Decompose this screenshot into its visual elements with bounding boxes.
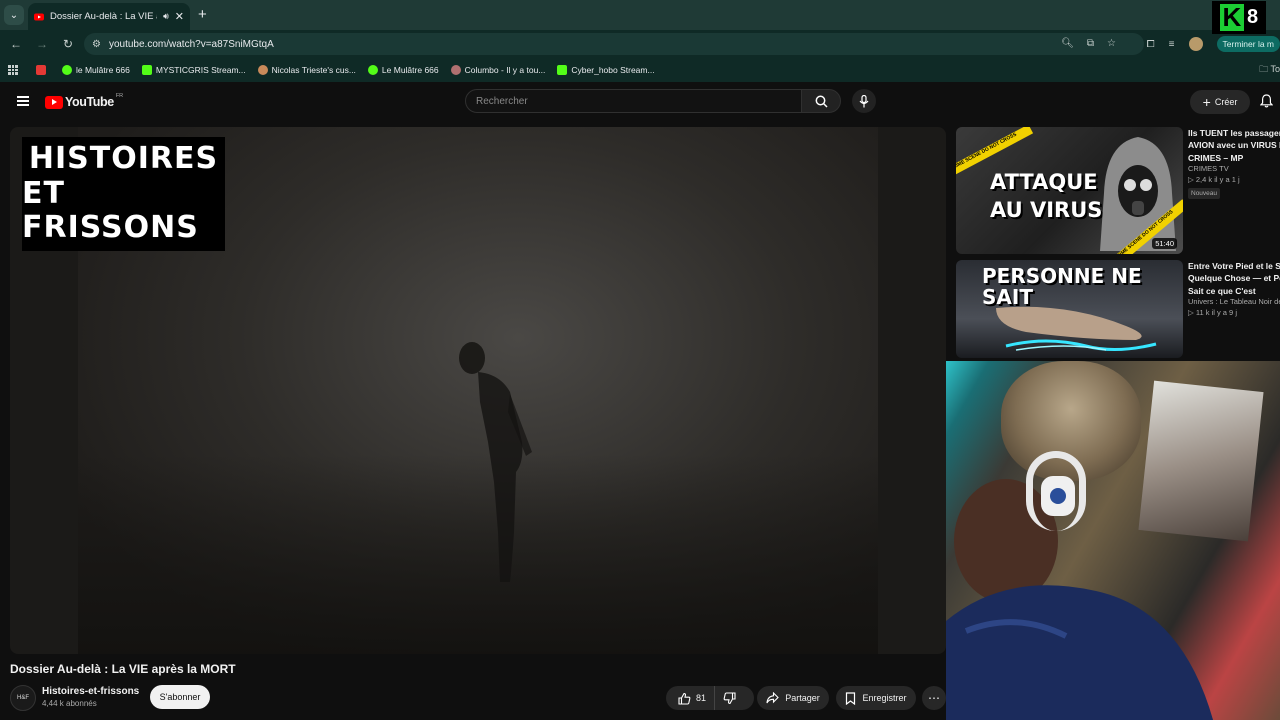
foot-energy-icon (996, 306, 1157, 352)
notifications-bell-icon[interactable] (1260, 94, 1273, 108)
video-duration: 51:40 (1152, 238, 1177, 249)
save-button[interactable]: Enregistrer (836, 686, 916, 710)
youtube-play-icon (45, 95, 63, 109)
reload-icon[interactable]: ↻ (61, 37, 75, 51)
browser-tab-strip: ⌄ Dossier Au-delà : La VIE après la MORT… (0, 0, 1280, 30)
thumb-text-line2: AU VIRUS (990, 198, 1103, 222)
video-title: Dossier Au-delà : La VIE après la MORT (10, 662, 236, 676)
search-input[interactable]: Rechercher (465, 89, 802, 113)
apps-grid-icon[interactable] (8, 65, 18, 75)
channel-name[interactable]: Histoires-et-frissons (42, 686, 139, 697)
subscriber-count: 4,44 k abonnés (42, 699, 97, 708)
headset-earcup (1041, 476, 1075, 516)
bookmark-item[interactable]: Columbo - Il y a tou... (450, 65, 545, 75)
youtube-logo[interactable]: YouTube FR (45, 93, 123, 109)
like-dislike-group: 81 (666, 686, 754, 710)
hooded-figure-gasmask-icon (1100, 137, 1176, 251)
like-button[interactable]: 81 (666, 686, 716, 710)
extensions-icon[interactable]: ⧠ (1147, 39, 1155, 50)
create-button[interactable]: + Créer (1190, 90, 1250, 114)
k8-overlay-logo: K 8 (1212, 1, 1266, 34)
tab-search-button[interactable]: ⌄ (4, 5, 24, 25)
bookmark-item[interactable]: Nicolas Trieste's cus... (257, 65, 356, 75)
streamer-webcam (946, 361, 1280, 720)
rec-channel: CRIMES TV (1188, 163, 1229, 173)
youtube-favicon-icon (34, 13, 44, 20)
bookmark-save-icon (846, 691, 856, 705)
zoom-search-icon[interactable]: 🔍︎ (1061, 38, 1074, 49)
bookmark-folder[interactable]: 🗀︎ To (1259, 62, 1280, 78)
profile-avatar[interactable] (1188, 37, 1203, 51)
video-player[interactable]: HISTOIRES ET FRISSONS (10, 127, 946, 654)
microphone-icon (859, 94, 869, 107)
more-dots-icon: ⋯ (928, 691, 940, 705)
rec-channel: Univers : Le Tableau Noir de (1188, 296, 1280, 306)
new-tab-button[interactable]: + (198, 6, 207, 23)
browser-tab[interactable]: Dossier Au-delà : La VIE après la MORT 🔊… (28, 3, 190, 30)
new-badge: Nouveau (1188, 187, 1221, 200)
site-info-icon[interactable]: ⚙︎ (92, 39, 101, 50)
tab-title: Dossier Au-delà : La VIE après la MORT (50, 11, 157, 22)
kick-play-icon (62, 65, 72, 75)
browser-toolbar: ← → ↻ ⚙︎ youtube.com/watch?v=a87SniMGtqA… (0, 30, 1280, 58)
histoires-et-frissons-logo: HISTOIRES ET FRISSONS (22, 137, 225, 251)
rec-title-line: Sait ce que C'est (1188, 285, 1256, 296)
speaker-icon[interactable]: 🔊︎ (163, 11, 169, 22)
reading-list-icon[interactable]: ≡ (1169, 39, 1175, 50)
folder-icon: 🗀︎ (1259, 64, 1269, 74)
recommended-thumbnail[interactable]: CRIME SCENE DO NOT CROSS ATTAQUE AU VIRU… (956, 127, 1183, 254)
youtube-masthead: YouTube FR Rechercher + Créer (0, 82, 1280, 122)
kick-logo-icon: K (1219, 4, 1244, 31)
kick-k-icon (557, 65, 568, 75)
bookmark-item[interactable]: le Mulâtre 666 (62, 65, 130, 75)
install-app-icon[interactable]: ⧉ (1087, 38, 1094, 49)
address-bar[interactable]: ⚙︎ youtube.com/watch?v=a87SniMGtqA 🔍︎ ⧉ … (84, 33, 1144, 55)
standing-figure-silhouette (459, 342, 532, 582)
back-icon[interactable]: ← (9, 37, 23, 51)
rec-meta: ▷ 2,4 k il y a 1 j (1188, 174, 1240, 184)
recommended-info[interactable]: Entre Votre Pied et le So Quelque Chose … (1188, 260, 1280, 319)
cat-bookmark-icon (257, 65, 268, 75)
rec-title-line: Ils TUENT les passagers (1188, 128, 1280, 138)
columbo-bookmark-icon (450, 65, 461, 75)
bookmark-star-icon[interactable]: ☆ (1107, 38, 1116, 49)
share-button[interactable]: Partager (757, 686, 829, 710)
bookmark-item[interactable] (36, 65, 50, 75)
thumb-text-line1: ATTAQUE (990, 170, 1098, 194)
kick-play-icon (367, 65, 378, 75)
recommended-info[interactable]: Ils TUENT les passagers AVION avec un VI… (1188, 127, 1280, 200)
rec-title-line: Quelque Chose — et Per (1188, 273, 1280, 284)
search-icon (815, 95, 828, 108)
share-arrow-icon (766, 692, 780, 704)
subscribe-button[interactable]: S'abonner (150, 685, 210, 709)
youtube-bookmark-icon (36, 65, 46, 75)
rec-meta: ▷ 11 k il y a 9 j (1188, 307, 1237, 317)
rec-title-line: Entre Votre Pied et le So (1188, 261, 1280, 271)
hamburger-menu-icon[interactable] (17, 96, 29, 106)
bookmark-item[interactable]: Le Mulâtre 666 (367, 65, 439, 75)
rec-title-line: AVION avec un VIRUS M (1188, 140, 1280, 151)
kick-k-icon (141, 65, 152, 75)
overlay-number: 8 (1246, 6, 1259, 28)
thumbs-up-icon (678, 692, 691, 705)
plus-icon: + (1202, 94, 1211, 110)
forward-icon[interactable]: → (35, 37, 49, 51)
streamer-silhouette (946, 479, 1213, 720)
url-text: youtube.com/watch?v=a87SniMGtqA (108, 38, 274, 50)
dislike-button[interactable] (715, 691, 736, 705)
crime-tape: CRIME SCENE DO NOT CROSS (956, 127, 1034, 176)
close-tab-icon[interactable]: ✕ (175, 10, 184, 23)
recommended-thumbnail[interactable]: PERSONNE NE SAIT (956, 260, 1183, 358)
finish-update-button[interactable]: Terminer la m (1216, 36, 1280, 52)
bookmark-item[interactable]: MYSTICGRIS Stream... (141, 65, 246, 75)
search-button[interactable] (801, 89, 841, 113)
bookmarks-bar: le Mulâtre 666 MYSTICGRIS Stream... Nico… (0, 58, 1280, 82)
voice-search-button[interactable] (852, 89, 876, 113)
more-actions-button[interactable]: ⋯ (922, 686, 946, 710)
bookmark-item[interactable]: Cyber_hobo Stream... (557, 65, 655, 75)
thumbs-down-icon (723, 691, 736, 704)
channel-avatar[interactable]: H&F (10, 685, 36, 711)
rec-title-line: CRIMES – MP (1188, 152, 1244, 163)
